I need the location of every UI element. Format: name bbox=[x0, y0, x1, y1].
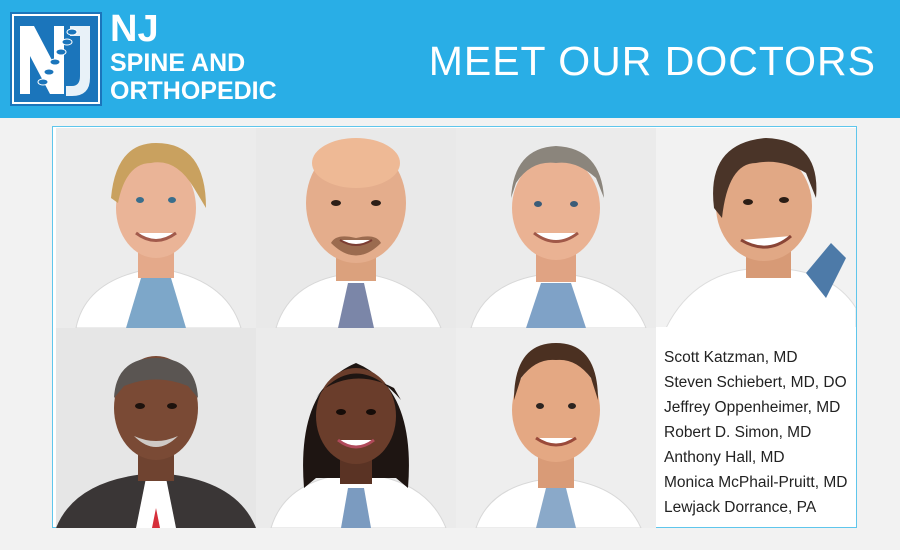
brand-line-spine: SPINE AND bbox=[110, 49, 246, 77]
doctor-photo-4 bbox=[656, 128, 856, 328]
doctor-name[interactable]: Monica McPhail-Pruitt, MD bbox=[664, 470, 856, 495]
doctor-name[interactable]: Lewjack Dorrance, PA bbox=[664, 495, 856, 520]
brand-wordmark[interactable]: NJ SPINE AND ORTHOPEDIC bbox=[110, 10, 277, 104]
doctor-portrait-icon bbox=[456, 128, 656, 328]
doctor-portrait-icon bbox=[656, 128, 856, 328]
brand-line-orthopedic: ORTHOPEDIC bbox=[110, 77, 277, 105]
doctor-photo-6 bbox=[256, 328, 456, 528]
brand-nj: NJ bbox=[110, 8, 159, 50]
doctor-portrait-icon bbox=[256, 328, 456, 528]
doctors-photo-grid: Scott Katzman, MD Steven Schiebert, MD, … bbox=[52, 126, 857, 528]
doctor-name[interactable]: Anthony Hall, MD bbox=[664, 445, 856, 470]
doctor-name[interactable]: Robert D. Simon, MD bbox=[664, 420, 856, 445]
doctor-photo-3 bbox=[456, 128, 656, 328]
page-title: MEET OUR DOCTORS bbox=[428, 38, 876, 84]
doctor-name[interactable]: Scott Katzman, MD bbox=[664, 345, 856, 370]
doctor-name[interactable]: Jeffrey Oppenheimer, MD bbox=[664, 395, 856, 420]
nj-logo-icon[interactable] bbox=[10, 12, 102, 106]
doctor-portrait-icon bbox=[56, 128, 256, 328]
doctor-name[interactable]: Steven Schiebert, MD, DO bbox=[664, 370, 856, 395]
doctor-portrait-icon bbox=[456, 328, 656, 528]
header-banner: NJ SPINE AND ORTHOPEDIC MEET OUR DOCTORS bbox=[0, 0, 900, 118]
doctor-portrait-icon bbox=[256, 128, 456, 328]
doctor-photo-5 bbox=[56, 328, 256, 528]
doctor-portrait-icon bbox=[56, 328, 256, 528]
doctor-photo-1 bbox=[56, 128, 256, 328]
doctor-names-list: Scott Katzman, MD Steven Schiebert, MD, … bbox=[656, 327, 856, 527]
doctor-photo-7 bbox=[456, 328, 656, 528]
doctor-photo-2 bbox=[256, 128, 456, 328]
